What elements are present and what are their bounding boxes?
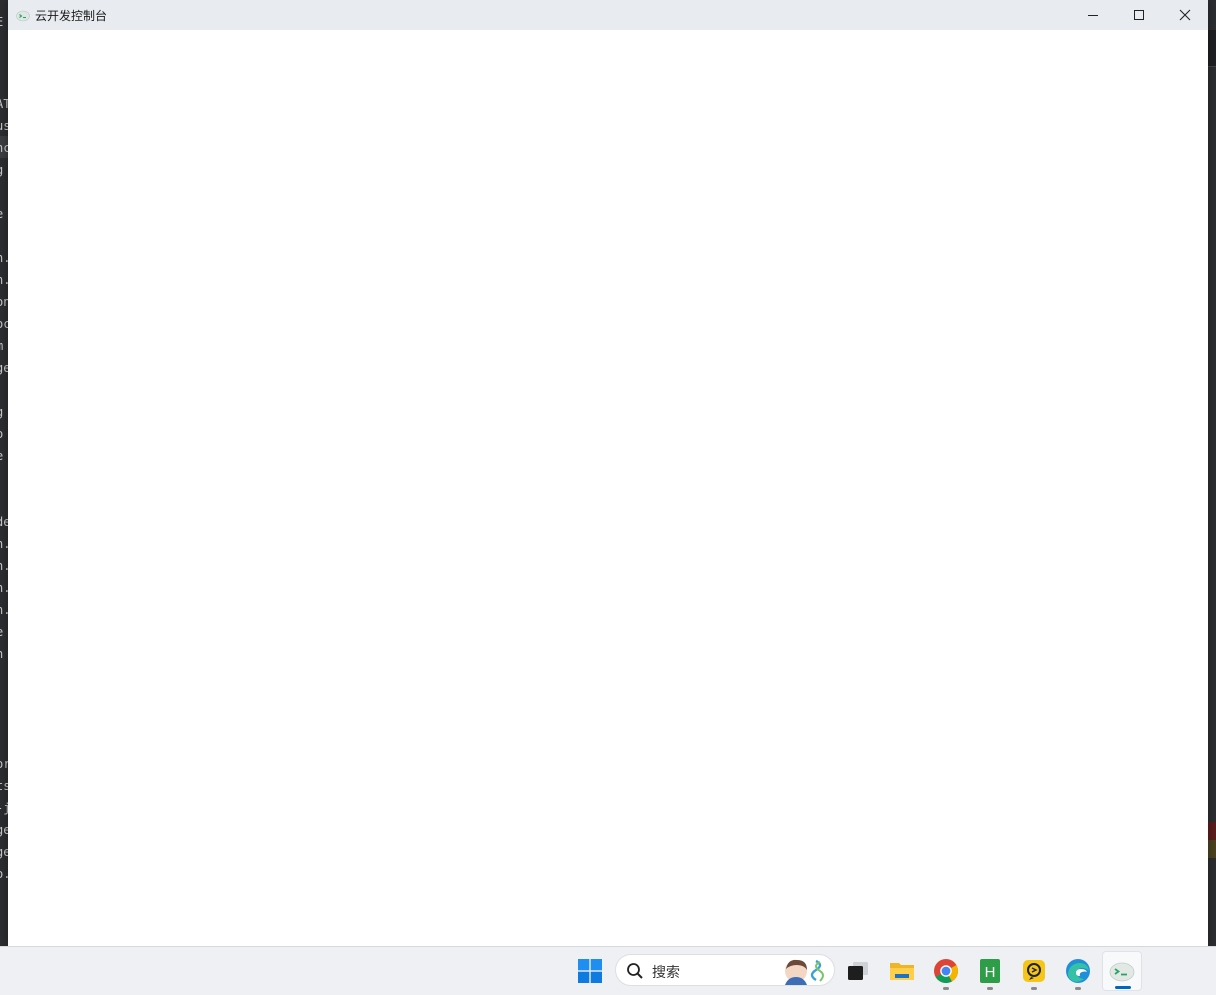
background-code-fragment: o.: [0, 865, 8, 883]
background-code-fragment: e: [0, 205, 8, 223]
background-code-fragment: oc: [0, 317, 8, 331]
minimize-button[interactable]: [1070, 0, 1116, 30]
remote-icon: [1023, 960, 1045, 982]
search-highlight-illustration: [785, 959, 824, 985]
chrome-button[interactable]: [926, 951, 966, 991]
background-code-fragment: n.: [0, 271, 8, 289]
background-code-fragment: ge: [0, 823, 8, 837]
background-code-fragment: g: [0, 161, 8, 179]
background-editor-header: [1208, 30, 1216, 67]
close-button[interactable]: [1162, 0, 1208, 30]
window-content-area[interactable]: [8, 30, 1208, 946]
background-code-fragment: n.: [0, 557, 8, 575]
background-code-fragment: ge: [0, 361, 8, 375]
chrome-icon: [934, 959, 958, 984]
folder-icon: [890, 963, 914, 980]
maximize-icon: [1134, 10, 1144, 20]
edge-icon: [1066, 959, 1090, 983]
task-view-button[interactable]: [838, 951, 878, 991]
background-code-fragment: or: [0, 757, 8, 771]
background-code-fragment: n.: [0, 601, 8, 619]
cloud-console-icon: [16, 10, 30, 22]
background-code-fragment: o: [0, 425, 8, 443]
running-indicator: [987, 987, 993, 990]
background-code-fragment: e: [0, 623, 8, 641]
background-code-fragment: nc: [0, 141, 8, 155]
background-error-marker: [1208, 822, 1216, 840]
window-controls: [1070, 0, 1208, 30]
hbuilder-icon: H: [980, 959, 1000, 983]
background-editor-right-strip: [1208, 0, 1216, 946]
cloud-console-window: 云开发控制台: [8, 0, 1208, 946]
close-icon: [1179, 9, 1191, 21]
background-code-fragment: us: [0, 119, 8, 133]
window-title: 云开发控制台: [35, 8, 108, 23]
background-code-fragment: on: [0, 295, 8, 309]
running-indicator: [943, 987, 949, 990]
background-code-fragment: ge: [0, 845, 8, 859]
background-code-fragment: n.: [0, 249, 8, 267]
background-warning-marker: [1208, 840, 1216, 858]
background-code-fragment: n.: [0, 579, 8, 597]
remote-desktop-button[interactable]: [1014, 951, 1054, 991]
edge-button[interactable]: [1058, 951, 1098, 991]
task-view-icon: [848, 962, 868, 980]
cloud-console-button[interactable]: [1102, 951, 1142, 991]
svg-text:H: H: [985, 964, 996, 981]
background-code-fragment: ts: [0, 779, 8, 793]
minimize-icon: [1088, 15, 1098, 16]
search-icon: [627, 963, 643, 979]
background-code-fragment: E: [0, 13, 8, 31]
search-label: 搜索: [652, 964, 680, 980]
running-indicator: [1075, 987, 1081, 990]
maximize-button[interactable]: [1116, 0, 1162, 30]
background-code-fragment: m: [0, 337, 8, 355]
background-code-fragment: n.: [0, 535, 8, 553]
file-explorer-button[interactable]: [882, 951, 922, 991]
cloud-console-icon: [1109, 962, 1135, 982]
background-code-fragment: e: [0, 447, 8, 465]
hbuilder-button[interactable]: H: [970, 951, 1010, 991]
window-titlebar[interactable]: 云开发控制台: [8, 0, 1208, 30]
active-indicator: [1115, 986, 1131, 989]
background-code-fragment: h: [0, 645, 8, 663]
background-code-fragment: g: [0, 403, 8, 421]
background-editor-left-strip: E AT us nc g e n. n. on oc m ge g o e de…: [0, 0, 8, 946]
start-button[interactable]: [570, 951, 610, 991]
taskbar-search-box[interactable]: 搜索: [615, 954, 835, 986]
background-code-fragment: -j: [0, 801, 8, 815]
windows-logo-icon: [578, 959, 602, 983]
taskbar: 搜索 H: [0, 946, 1216, 995]
background-code-fragment: AT: [0, 97, 8, 111]
running-indicator: [1031, 987, 1037, 990]
background-code-fragment: de: [0, 515, 8, 529]
